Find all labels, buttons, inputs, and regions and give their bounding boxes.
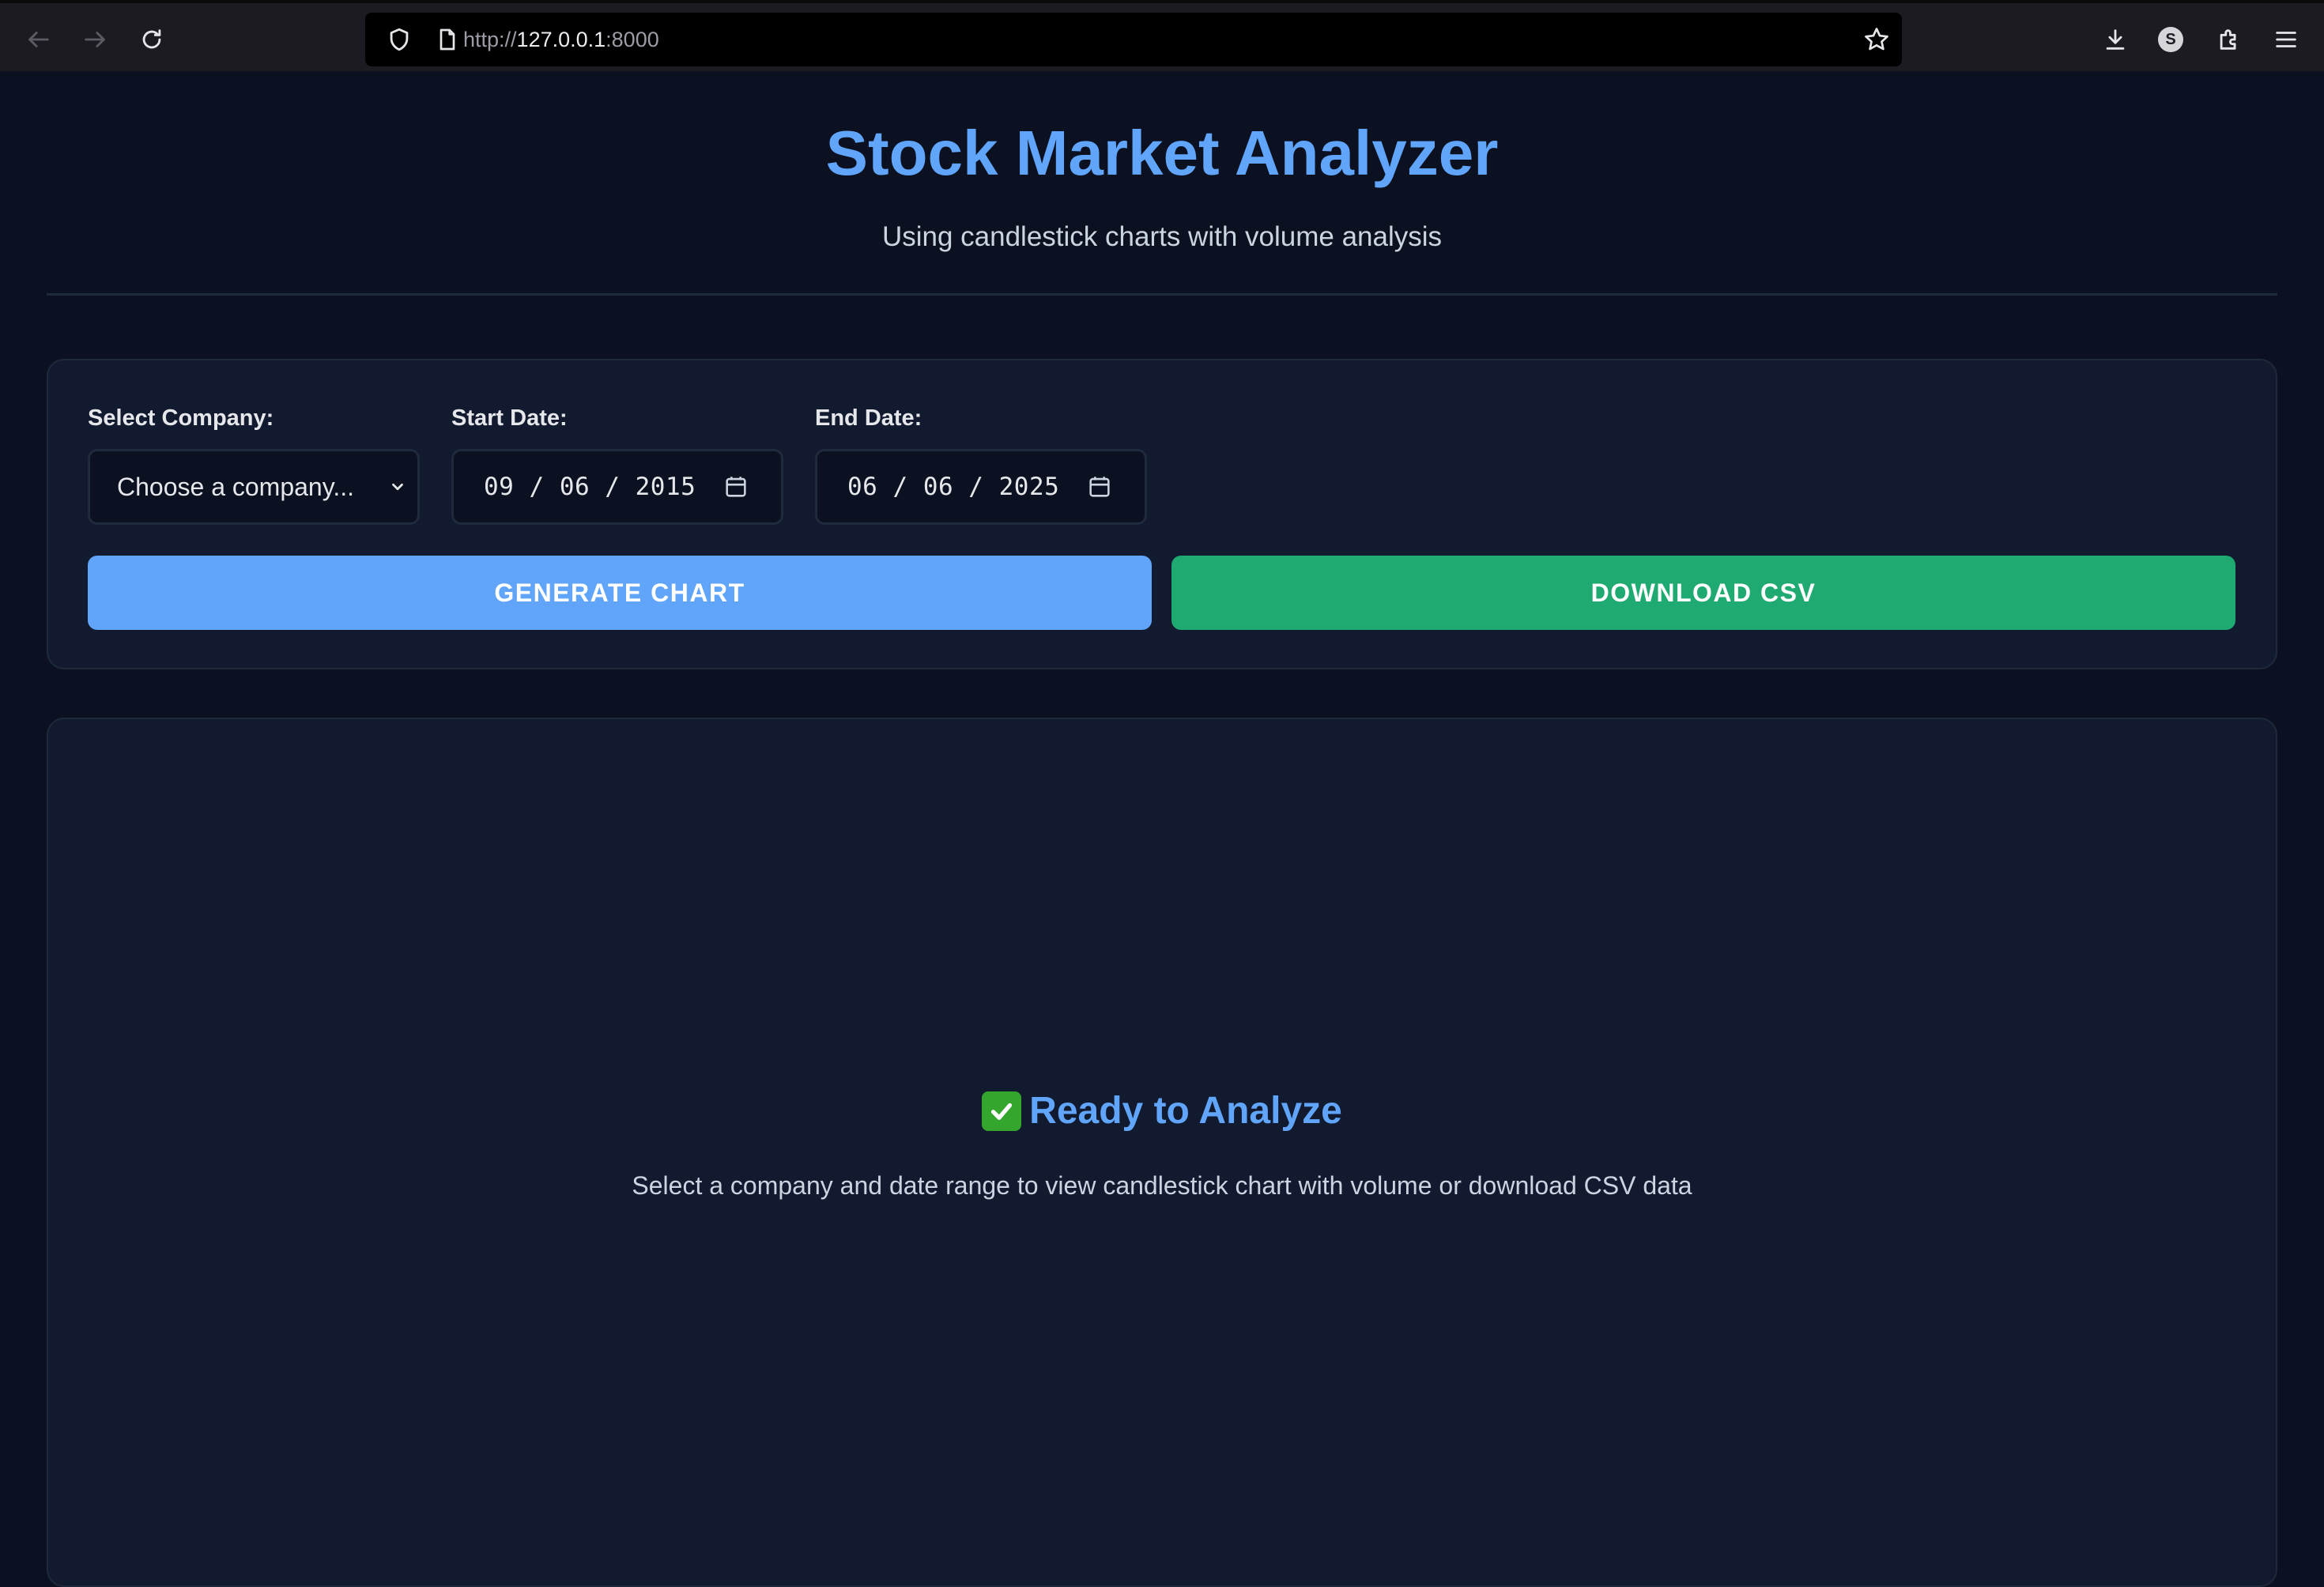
end-date-input[interactable]: 06 / 06 / 2025 <box>815 449 1147 525</box>
start-date-input[interactable]: 09 / 06 / 2015 <box>451 449 783 525</box>
page-subtitle: Using candlestick charts with volume ana… <box>881 221 1443 252</box>
company-select[interactable]: Choose a company... <box>88 449 420 525</box>
extensions-button[interactable] <box>2212 22 2247 57</box>
downloads-button[interactable] <box>2098 22 2133 57</box>
page-body: Stock Market Analyzer Using candlestick … <box>0 71 2324 1587</box>
menu-button[interactable] <box>2269 22 2303 57</box>
forward-icon <box>85 32 105 47</box>
check-mark-icon <box>982 1091 1022 1131</box>
page-icon[interactable] <box>435 26 460 53</box>
calendar-icon[interactable] <box>1086 473 1113 500</box>
back-icon <box>28 32 49 47</box>
end-date-value[interactable]: 06 / 06 / 2025 <box>847 451 1059 522</box>
reload-button[interactable] <box>133 21 171 58</box>
url-scheme: http:// <box>463 28 517 51</box>
calendar-icon[interactable] <box>722 473 749 500</box>
download-csv-button[interactable]: DOWNLOAD CSV <box>1171 556 2235 630</box>
menu-icon <box>2276 32 2296 47</box>
url-port: :8000 <box>606 28 659 51</box>
page-title: Stock Market Analyzer <box>825 118 1499 188</box>
chart-result-panel <box>47 718 2277 1587</box>
address-bar[interactable]: http://127.0.0.1:8000 <box>365 13 1902 66</box>
extensions-icon <box>2220 29 2236 50</box>
generate-chart-button[interactable]: GENERATE CHART <box>88 556 1152 630</box>
url-text[interactable]: http://127.0.0.1:8000 <box>463 13 659 66</box>
ready-heading: Ready to Analyze <box>0 1089 2324 1133</box>
start-date-value[interactable]: 09 / 06 / 2015 <box>484 451 696 522</box>
url-host: 127.0.0.1 <box>516 28 606 51</box>
profile-avatar[interactable]: S <box>2158 27 2183 52</box>
ready-title: Ready to Analyze <box>1029 1090 1342 1132</box>
end-date-label: End Date: <box>815 405 922 431</box>
reload-icon <box>142 29 161 49</box>
browser-toolbar: http://127.0.0.1:8000 S <box>0 0 2324 71</box>
company-select-value: Choose a company... <box>117 473 355 501</box>
chevron-down-icon <box>392 483 403 491</box>
company-label: Select Company: <box>88 405 274 431</box>
back-button[interactable] <box>20 21 58 58</box>
forward-button[interactable] <box>76 21 114 58</box>
start-date-label: Start Date: <box>451 405 568 431</box>
bookmark-star-icon[interactable] <box>1862 25 1891 54</box>
downloads-icon <box>2106 29 2125 50</box>
shield-icon[interactable] <box>386 26 413 53</box>
page-header: Stock Market Analyzer Using candlestick … <box>47 71 2277 296</box>
ready-description: Select a company and date range to view … <box>632 1171 1692 1200</box>
